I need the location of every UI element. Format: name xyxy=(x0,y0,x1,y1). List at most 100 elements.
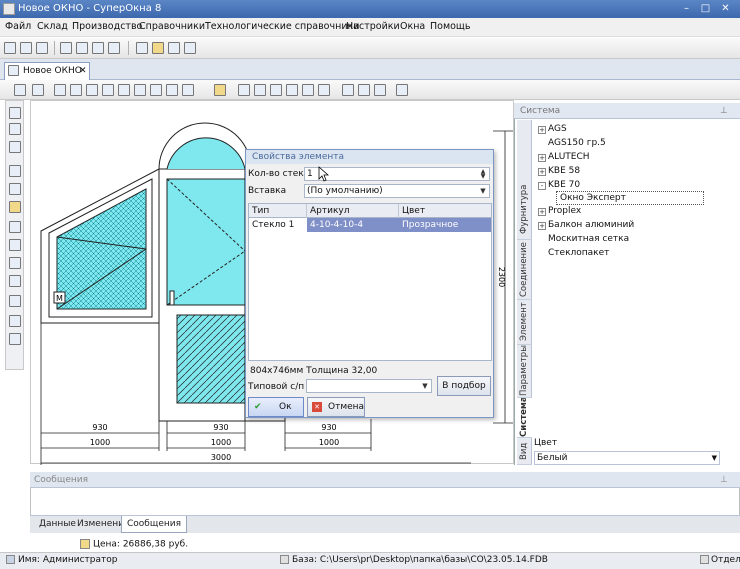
menu-help[interactable]: Помощь xyxy=(430,21,470,32)
collapse-icon[interactable]: - xyxy=(538,182,546,190)
grid-icon[interactable] xyxy=(108,42,120,54)
new-icon[interactable] xyxy=(4,42,16,54)
menu-tech-references[interactable]: Технологические справочники xyxy=(205,21,359,32)
expand-icon[interactable]: + xyxy=(538,126,546,134)
cursor-icon[interactable] xyxy=(9,107,21,119)
rotate-icon[interactable] xyxy=(9,239,21,251)
save-icon[interactable] xyxy=(20,42,32,54)
split-icon[interactable] xyxy=(9,165,21,177)
glass-icon[interactable] xyxy=(86,84,98,96)
menu-file[interactable]: Файл xyxy=(5,21,31,32)
tree-item-balcony[interactable]: Балкон алюминий xyxy=(548,220,634,230)
arch-icon[interactable] xyxy=(118,84,130,96)
dim-bottom-5: 1000 xyxy=(211,438,231,447)
profile-icon[interactable] xyxy=(102,84,114,96)
move-icon[interactable] xyxy=(9,201,21,213)
expand-icon[interactable]: + xyxy=(538,208,546,216)
column-color[interactable]: Цвет xyxy=(399,204,491,218)
pin-icon[interactable]: ⊥ xyxy=(720,103,728,119)
tree-item-kbe70[interactable]: KBE 70 xyxy=(548,180,580,190)
bars-icon[interactable] xyxy=(358,84,370,96)
tree-item-proplex[interactable]: Proplex xyxy=(548,206,581,216)
pencil-icon[interactable] xyxy=(214,84,226,96)
tree-item-alutech[interactable]: ALUTECH xyxy=(548,152,590,162)
filter-icon[interactable] xyxy=(60,42,72,54)
tree-item-kbe58[interactable]: KBE 58 xyxy=(548,166,580,176)
text-icon[interactable] xyxy=(9,333,21,345)
maximize-button[interactable]: □ xyxy=(698,2,713,15)
corner-icon[interactable] xyxy=(134,84,146,96)
minimize-button[interactable]: – xyxy=(679,2,694,15)
tab-element[interactable]: Элемент xyxy=(517,300,532,345)
typical-label: Типовой с/п xyxy=(248,382,305,392)
sash-icon[interactable] xyxy=(54,84,66,96)
merge-icon[interactable] xyxy=(286,84,298,96)
impost-icon[interactable] xyxy=(70,84,82,96)
zoom-icon[interactable] xyxy=(9,257,21,269)
menu-references[interactable]: Справочники xyxy=(139,21,205,32)
tree-item-ags150[interactable]: AGS150 гр.5 xyxy=(548,138,606,148)
align-icon[interactable] xyxy=(302,84,314,96)
save-icon[interactable] xyxy=(9,123,21,135)
color-select[interactable]: Белый ▼ xyxy=(534,451,720,465)
rotate-icon[interactable] xyxy=(318,84,330,96)
export-icon[interactable] xyxy=(168,42,180,54)
measure-icon[interactable] xyxy=(9,221,21,233)
fill-icon[interactable] xyxy=(9,275,21,287)
tab-view[interactable]: Вид xyxy=(517,438,532,465)
tab-new-window[interactable]: Новое ОКНО ✕ xyxy=(4,62,90,80)
print-icon[interactable] xyxy=(36,42,48,54)
lock-icon[interactable] xyxy=(238,84,250,96)
tab-parameters[interactable]: Параметры xyxy=(517,345,532,398)
split-icon[interactable] xyxy=(270,84,282,96)
tab-close-icon[interactable]: ✕ xyxy=(79,63,87,79)
menu-warehouse[interactable]: Склад xyxy=(37,21,68,32)
column-article[interactable]: Артикул xyxy=(307,204,399,218)
tab-hardware[interactable]: Фурнитура xyxy=(517,180,532,240)
expand-icon[interactable]: + xyxy=(538,222,546,230)
expand-icon[interactable]: + xyxy=(538,168,546,176)
folder-icon[interactable] xyxy=(152,42,164,54)
spinner-icon[interactable]: ▲ ▼ xyxy=(478,169,488,180)
menu-windows[interactable]: Окна xyxy=(400,21,425,32)
tree-item-ags[interactable]: AGS xyxy=(548,124,567,134)
copy-icon[interactable] xyxy=(9,183,21,195)
tree-item-glass[interactable]: Стеклопакет xyxy=(548,248,609,258)
image-icon[interactable] xyxy=(9,295,21,307)
cancel-button[interactable]: ✕ Отмена xyxy=(307,397,365,417)
pin-icon[interactable]: ⊥ xyxy=(720,472,728,488)
lock-open-icon[interactable] xyxy=(254,84,266,96)
frame-icon[interactable] xyxy=(32,84,44,96)
mosquito-icon[interactable] xyxy=(182,84,194,96)
size-icon[interactable] xyxy=(342,84,354,96)
select-icon[interactable] xyxy=(14,84,26,96)
cells-icon[interactable] xyxy=(374,84,386,96)
column-type[interactable]: Тип xyxy=(249,204,307,218)
tab-system[interactable]: Система xyxy=(517,396,532,438)
expand-icon[interactable]: + xyxy=(538,154,546,162)
door-icon[interactable] xyxy=(150,84,162,96)
window-icon[interactable] xyxy=(184,42,196,54)
layout-icon[interactable] xyxy=(396,84,408,96)
document-icon[interactable] xyxy=(136,42,148,54)
table-row[interactable]: Стекло 1 4-10-4-10-4 Прозрачное xyxy=(249,218,491,232)
window-title: Новое ОКНО - СуперОкна 8 xyxy=(18,3,162,14)
tree-item-mosquito[interactable]: Москитная сетка xyxy=(548,234,629,244)
typical-select[interactable]: ▼ xyxy=(306,379,432,393)
document-icon xyxy=(8,65,19,76)
glass-count-input[interactable]: 1 ▲ ▼ xyxy=(304,167,490,181)
tab-messages[interactable]: Сообщения xyxy=(121,516,188,533)
close-button[interactable]: ✕ xyxy=(718,2,733,15)
insert-select[interactable]: (По умолчанию) ▼ xyxy=(304,184,490,198)
menu-production[interactable]: Производство xyxy=(72,21,142,32)
select-button[interactable]: В подбор xyxy=(437,376,491,396)
copy-icon[interactable] xyxy=(92,42,104,54)
window-icon[interactable] xyxy=(9,141,21,153)
menu-settings[interactable]: Настройки xyxy=(346,21,400,32)
frame-icon[interactable] xyxy=(9,315,21,327)
ok-button[interactable]: ✔ Ок xyxy=(248,397,304,417)
balcony-icon[interactable] xyxy=(166,84,178,96)
tab-connection[interactable]: Соединение xyxy=(517,240,532,300)
tree-item-expert[interactable]: Окно Эксперт xyxy=(556,191,704,205)
table-icon[interactable] xyxy=(76,42,88,54)
